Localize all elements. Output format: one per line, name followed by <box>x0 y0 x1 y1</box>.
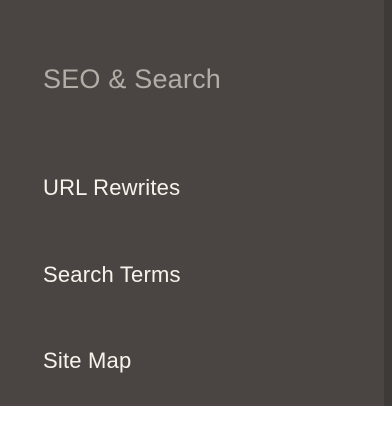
panel-edge <box>384 0 392 406</box>
page-background <box>0 406 392 427</box>
admin-submenu-panel: SEO & Search URL Rewrites Search Terms S… <box>0 0 392 406</box>
menu-item-search-terms[interactable]: Search Terms <box>43 262 181 288</box>
menu-item-url-rewrites[interactable]: URL Rewrites <box>43 175 180 201</box>
section-title-seo-search: SEO & Search <box>43 64 221 94</box>
menu-item-site-map[interactable]: Site Map <box>43 348 131 374</box>
